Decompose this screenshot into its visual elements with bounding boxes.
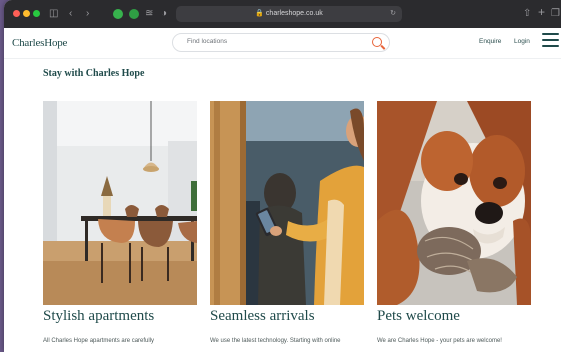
shield-icon[interactable]: ◑ [161,8,167,20]
extension-icon[interactable] [113,9,123,19]
dining-room-photo[interactable] [43,101,197,305]
minimize-window-button[interactable] [23,10,30,17]
search-input[interactable]: Find locations [172,33,390,52]
url-text: charleshope.co.uk [265,10,323,17]
extension-icon[interactable] [129,9,139,19]
card-description: We are Charles Hope - your pets are welc… [377,338,502,344]
card-description: All Charles Hope apartments are carefull… [43,338,155,344]
site-header: CharlesHope Find locations Enquire Login [4,28,561,59]
close-window-button[interactable] [13,10,20,17]
zoom-window-button[interactable] [33,10,40,17]
card-title[interactable]: Seamless arrivals [210,308,315,325]
dog-photo[interactable] [377,101,531,305]
card-title[interactable]: Stylish apartments [43,308,154,325]
enquire-link[interactable]: Enquire [479,38,501,45]
address-bar[interactable]: 🔒 charleshope.co.uk ↻ [176,6,402,22]
back-icon[interactable]: ‹ [69,8,72,20]
lock-icon: 🔒 [255,10,264,17]
login-link[interactable]: Login [514,38,530,45]
section-title: Stay with Charles Hope [43,68,145,79]
search-placeholder: Find locations [187,38,228,45]
tab-overview-icon[interactable]: ❐ [551,8,560,20]
new-tab-icon[interactable]: + [538,6,545,18]
browser-window: ◫ ‹ › ≊ ◑ 🔒 charleshope.co.uk ↻ ⇧ + ❐ Ch… [4,0,561,352]
card-description: We use the latest technology. Starting w… [210,338,341,344]
menu-icon[interactable] [542,32,560,50]
reload-icon[interactable]: ↻ [390,9,396,17]
forward-icon[interactable]: › [86,8,89,20]
site-logo[interactable]: CharlesHope [12,37,67,49]
phone-door-photo[interactable] [210,101,364,305]
search-icon[interactable] [372,37,382,47]
card-title[interactable]: Pets welcome [377,308,460,325]
sidebar-toggle-icon[interactable]: ◫ [49,8,58,20]
share-icon[interactable]: ⇧ [523,8,531,20]
browser-toolbar: ◫ ‹ › ≊ ◑ 🔒 charleshope.co.uk ↻ ⇧ + ❐ [4,0,561,29]
rss-icon[interactable]: ≊ [145,8,153,20]
